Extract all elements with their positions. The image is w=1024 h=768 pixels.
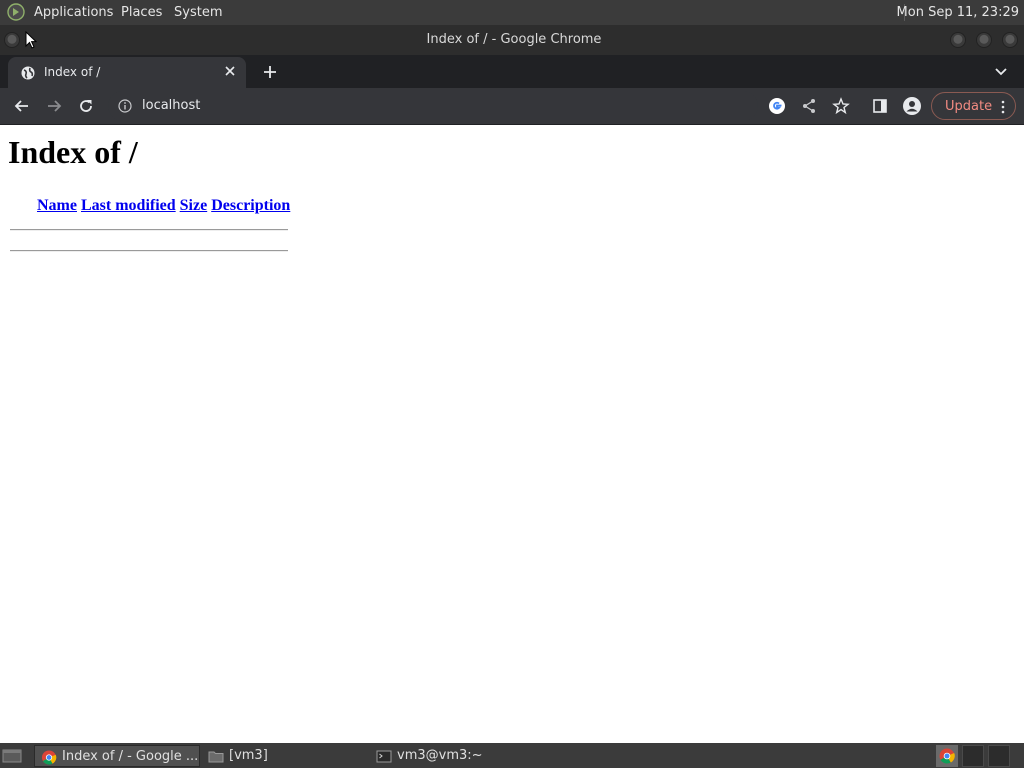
chrome-icon — [939, 748, 955, 764]
sort-by-name-link[interactable]: Name — [37, 197, 77, 214]
maximize-button[interactable] — [976, 32, 992, 48]
side-panel-icon[interactable] — [870, 96, 890, 116]
tab-title: Index of / — [44, 65, 101, 79]
reload-icon[interactable] — [76, 96, 96, 116]
column-header-size: Size — [179, 196, 209, 216]
update-label: Update — [945, 99, 993, 114]
page-content: Index of / Name Last modified Size Descr… — [0, 126, 1024, 743]
address-bar[interactable]: localhost — [108, 91, 758, 121]
mate-logo-icon[interactable] — [6, 3, 26, 21]
directory-listing: Name Last modified Size Description — [8, 194, 293, 218]
tab-strip: Index of / — [0, 55, 1024, 88]
window-titlebar[interactable]: Index of / - Google Chrome — [0, 25, 1024, 55]
taskbar-item-terminal[interactable]: vm3@vm3:~ — [370, 745, 530, 767]
window-title: Index of / - Google Chrome — [426, 32, 602, 47]
tray-chrome-launcher[interactable] — [936, 745, 958, 767]
system-menu[interactable]: System — [174, 4, 222, 21]
horizontal-rule-top — [10, 229, 288, 231]
page-title: Index of / — [8, 134, 138, 170]
terminal-icon — [376, 750, 392, 763]
taskbar-item-label: vm3@vm3:~ — [397, 748, 483, 763]
site-info-icon[interactable] — [118, 99, 132, 113]
horizontal-rule-bottom — [10, 250, 288, 252]
chevron-down-icon[interactable] — [994, 65, 1008, 79]
clock[interactable]: Mon Sep 11, 23:29 — [897, 4, 1019, 21]
google-lens-icon[interactable] — [767, 96, 787, 116]
column-header-description: Description — [210, 196, 291, 216]
mouse-cursor-icon — [25, 31, 37, 49]
globe-icon — [21, 66, 35, 80]
folder-icon — [208, 751, 224, 763]
close-tab-icon[interactable] — [222, 63, 238, 79]
sort-by-size-link[interactable]: Size — [180, 197, 208, 214]
share-icon[interactable] — [799, 96, 819, 116]
places-menu[interactable]: Places — [121, 4, 162, 21]
close-window-button[interactable] — [1002, 32, 1018, 48]
column-header-name: Name — [36, 196, 78, 216]
profile-avatar-icon[interactable] — [902, 96, 922, 116]
minimize-button[interactable] — [950, 32, 966, 48]
applications-menu[interactable]: Applications — [34, 4, 113, 21]
icon-column-header — [10, 196, 34, 216]
table-header-row: Name Last modified Size Description — [10, 196, 291, 216]
sort-by-description-link[interactable]: Description — [211, 197, 290, 214]
system-top-panel: Applications Places System Mon Sep 11, 2… — [0, 0, 1024, 25]
taskbar-item-files[interactable]: [vm3] — [202, 745, 362, 767]
bookmark-star-icon[interactable] — [831, 96, 851, 116]
chrome-icon — [41, 750, 57, 765]
bottom-taskbar: Index of / - Google ... [vm3] vm3@vm3:~ — [0, 743, 1024, 768]
url-text[interactable]: localhost — [142, 98, 200, 114]
more-vert-icon[interactable] — [1001, 100, 1005, 114]
tab-index[interactable]: Index of / — [8, 57, 246, 88]
new-tab-icon[interactable] — [261, 63, 279, 81]
taskbar-item-label: Index of / - Google ... — [62, 749, 199, 764]
taskbar-item-chrome[interactable]: Index of / - Google ... — [34, 745, 200, 767]
workspace-2[interactable] — [988, 745, 1010, 767]
forward-arrow-icon[interactable] — [44, 96, 64, 116]
sort-by-last-modified-link[interactable]: Last modified — [81, 197, 176, 214]
browser-toolbar: localhost Update — [0, 88, 1024, 125]
show-desktop-icon[interactable] — [2, 747, 22, 764]
taskbar-item-label: [vm3] — [229, 748, 268, 763]
workspace-1[interactable] — [962, 745, 984, 767]
update-button[interactable]: Update — [931, 92, 1016, 120]
column-header-last-modified: Last modified — [80, 196, 177, 216]
back-arrow-icon[interactable] — [12, 96, 32, 116]
